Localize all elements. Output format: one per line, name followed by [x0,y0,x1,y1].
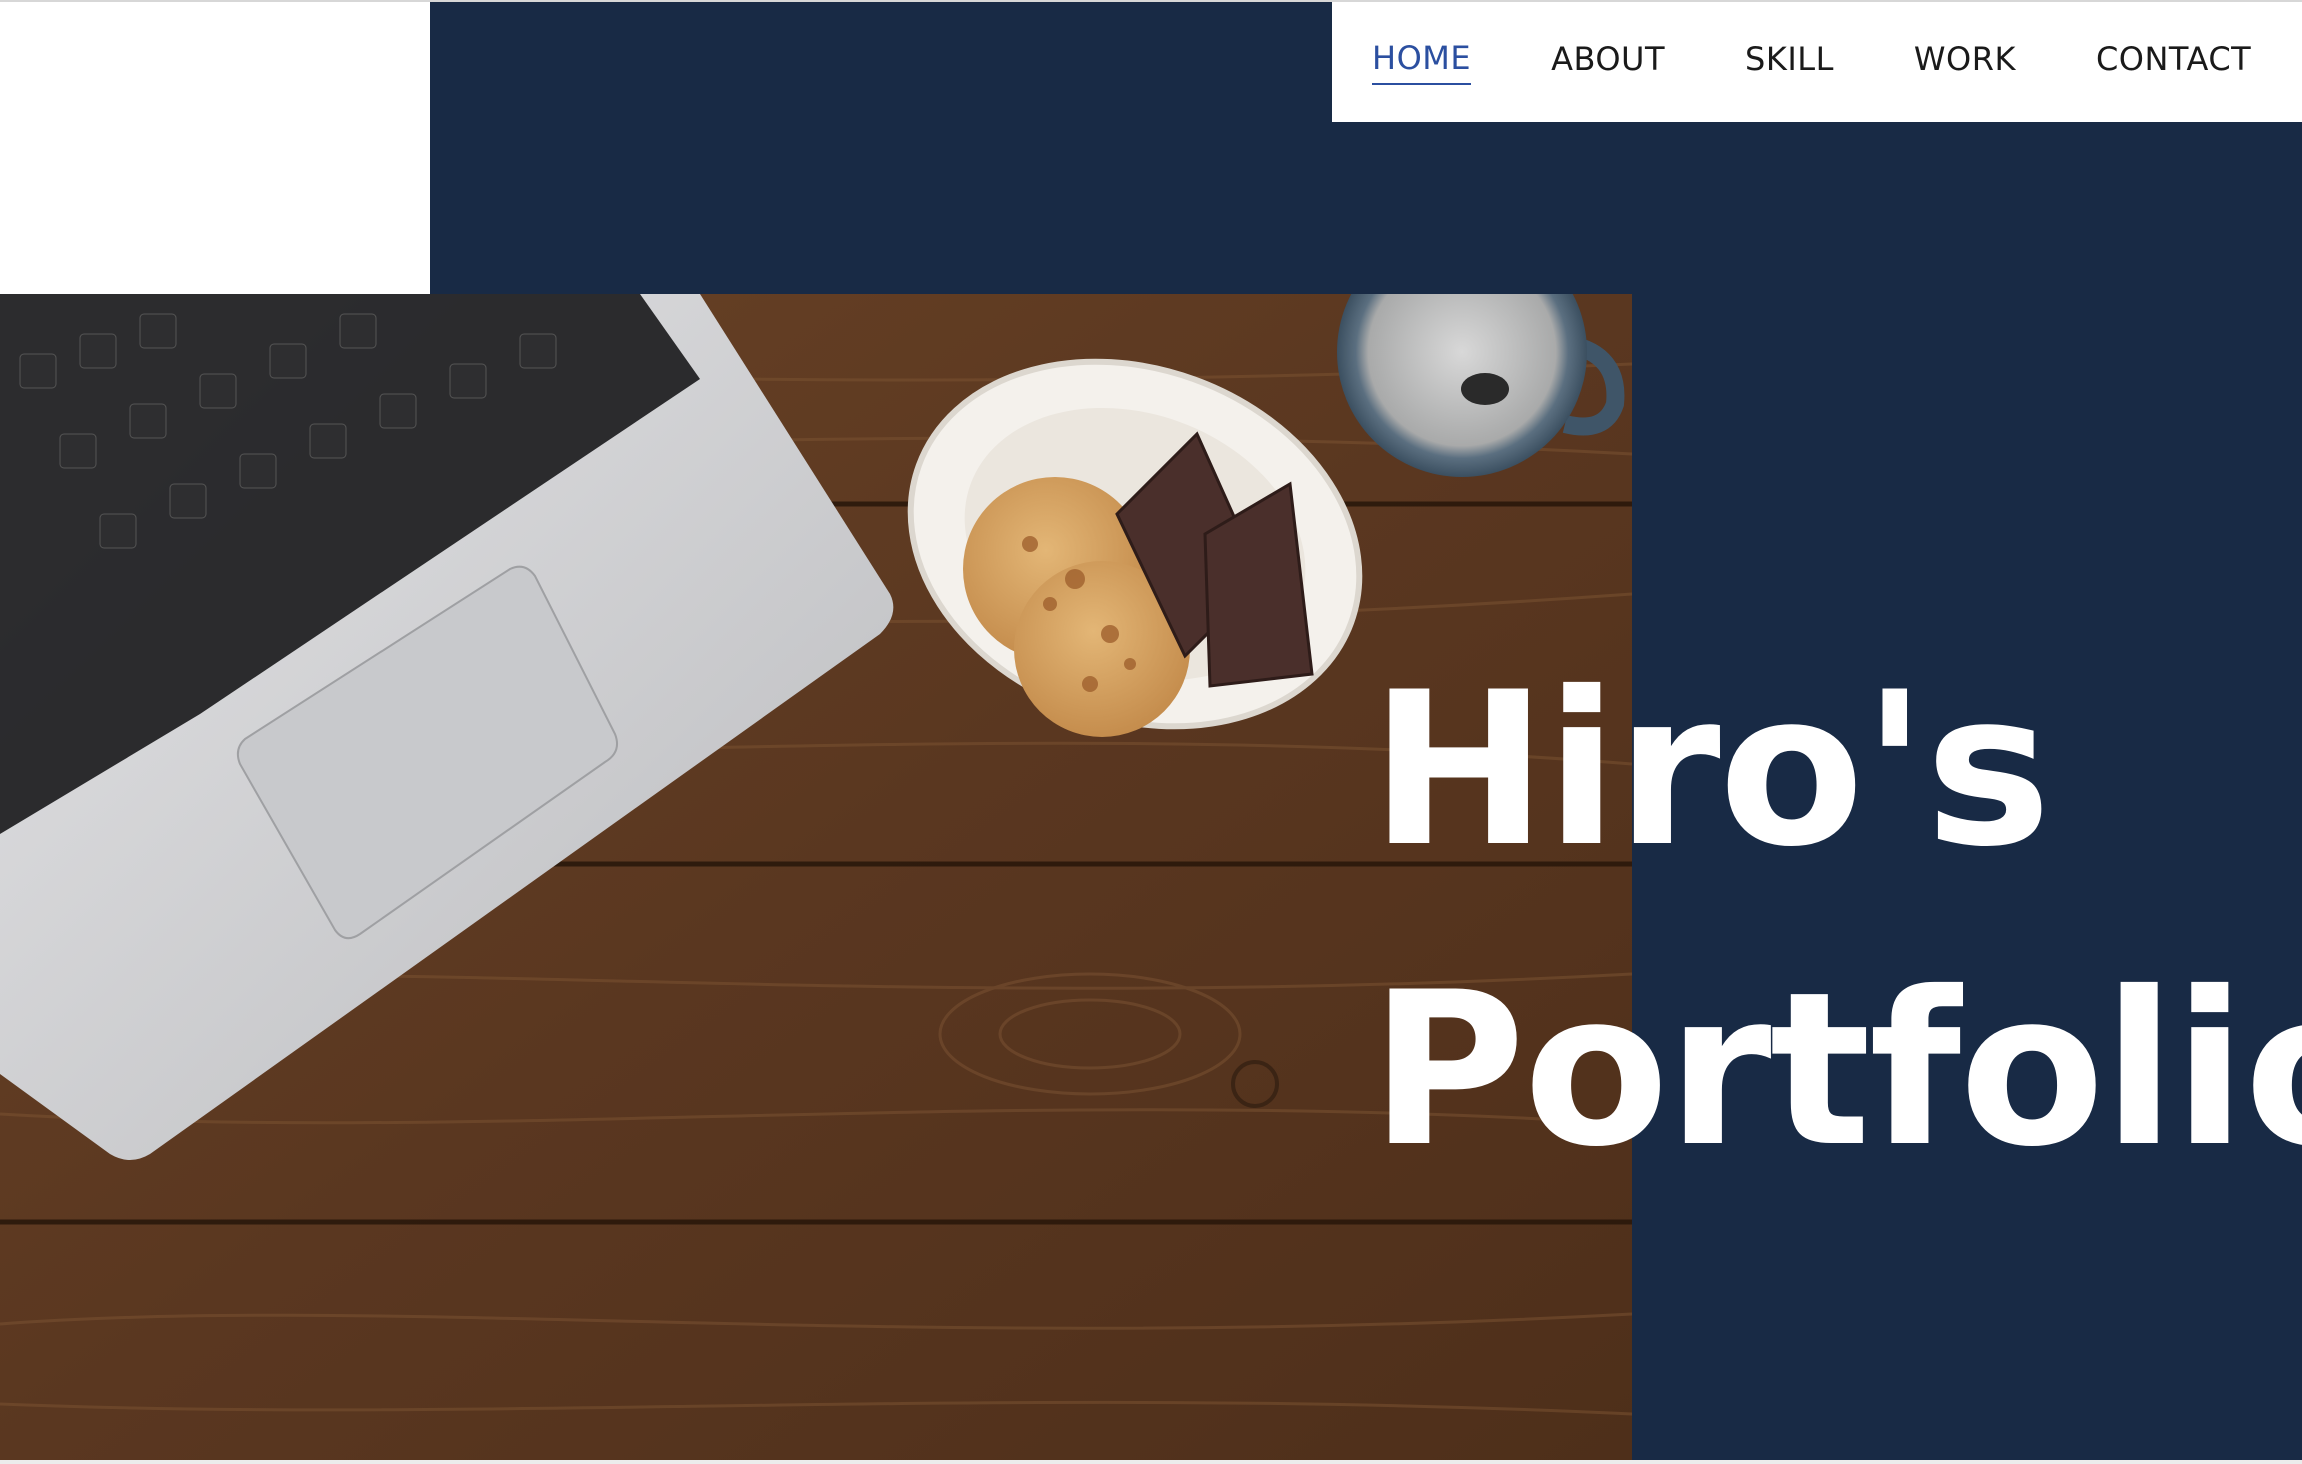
nav-skill[interactable]: SKILL [1745,40,1834,84]
hero-title: Hiro's Portfolio [1370,620,2302,1220]
nav-contact[interactable]: CONTACT [2096,40,2251,84]
hero-title-line-1: Hiro's [1370,646,2051,893]
bottom-border [0,1460,2302,1464]
main-navigation: HOME ABOUT SKILL WORK CONTACT [1332,2,2302,122]
hero-title-line-2: Portfolio [1370,946,2302,1193]
top-left-blank-area [0,2,430,294]
nav-work[interactable]: WORK [1914,40,2016,84]
nav-home[interactable]: HOME [1372,39,1472,85]
nav-about[interactable]: ABOUT [1551,40,1665,84]
